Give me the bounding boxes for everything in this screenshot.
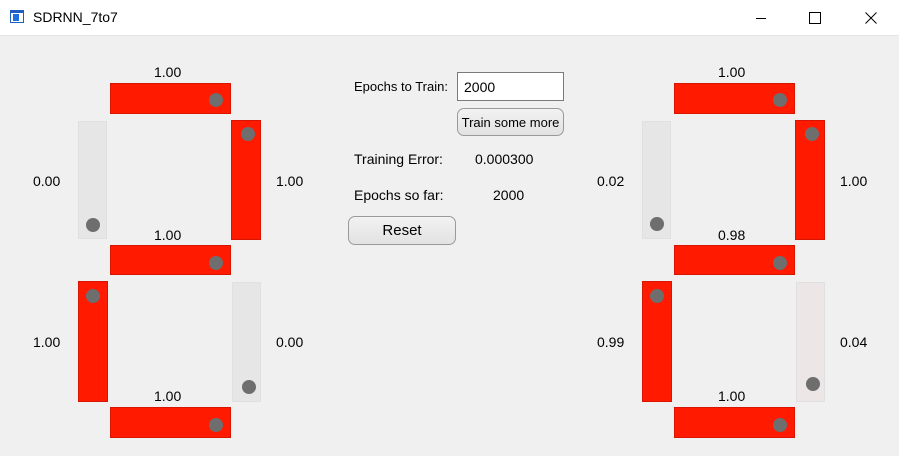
segment-indicator: [86, 218, 100, 232]
segment-bottom-value: 1.00: [718, 388, 746, 404]
segment-lower-left[interactable]: [78, 281, 108, 402]
segment-indicator: [773, 418, 787, 432]
segment-indicator: [650, 289, 664, 303]
main-area: 1.00 0.00 1.00 1.00 1.00 0.00 1.00 Epoch…: [0, 36, 899, 456]
app-icon: [10, 10, 24, 23]
segment-indicator: [209, 256, 223, 270]
epochs-to-train-input[interactable]: [457, 72, 564, 101]
segment-middle-value: 0.98: [718, 227, 746, 243]
segment-indicator: [241, 127, 255, 141]
train-some-more-button[interactable]: Train some more: [457, 108, 564, 136]
epochs-to-train-label: Epochs to Train:: [354, 79, 448, 94]
title-bar: SDRNN_7to7: [0, 0, 899, 36]
segment-upper-right[interactable]: [231, 120, 261, 240]
segment-upper-left[interactable]: [78, 121, 107, 239]
segment-bottom-value: 1.00: [154, 388, 182, 404]
segment-lower-left-value: 1.00: [33, 334, 61, 350]
segment-upper-left-value: 0.00: [33, 173, 61, 189]
maximize-icon: [809, 11, 821, 24]
window-title: SDRNN_7to7: [33, 9, 118, 25]
segment-upper-right-value: 1.00: [276, 173, 304, 189]
segment-middle[interactable]: [674, 245, 795, 275]
segment-middle-value: 1.00: [154, 227, 182, 243]
minimize-icon: [756, 17, 766, 19]
segment-upper-right[interactable]: [795, 120, 825, 240]
segment-indicator: [805, 127, 819, 141]
epochs-so-far-label: Epochs so far:: [354, 187, 444, 203]
segment-upper-right-value: 1.00: [840, 173, 868, 189]
segment-indicator: [773, 256, 787, 270]
reset-button[interactable]: Reset: [348, 216, 456, 245]
close-button[interactable]: [848, 0, 894, 35]
maximize-button[interactable]: [792, 0, 838, 35]
segment-upper-left[interactable]: [642, 121, 671, 239]
segment-indicator: [773, 93, 787, 107]
segment-upper-left-value: 0.02: [597, 173, 625, 189]
close-icon: [865, 11, 877, 24]
segment-top-value: 1.00: [718, 64, 746, 80]
segment-bottom[interactable]: [674, 407, 795, 438]
segment-lower-right[interactable]: [232, 282, 261, 402]
segment-top-value: 1.00: [154, 64, 182, 80]
segment-indicator: [650, 217, 664, 231]
minimize-button[interactable]: [738, 0, 784, 35]
segment-indicator: [86, 289, 100, 303]
epochs-so-far-value: 2000: [493, 187, 525, 203]
segment-bottom[interactable]: [110, 407, 231, 438]
segment-indicator: [209, 93, 223, 107]
segment-top[interactable]: [110, 83, 231, 114]
segment-lower-right-value: 0.04: [840, 334, 868, 350]
training-error-value: 0.000300: [475, 151, 534, 167]
segment-lower-right[interactable]: [796, 282, 825, 402]
segment-middle[interactable]: [110, 245, 231, 275]
segment-top[interactable]: [674, 83, 795, 114]
segment-lower-right-value: 0.00: [276, 334, 304, 350]
segment-lower-left-value: 0.99: [597, 334, 625, 350]
segment-indicator: [806, 377, 820, 391]
segment-indicator: [242, 380, 256, 394]
segment-lower-left[interactable]: [642, 281, 672, 402]
segment-indicator: [209, 418, 223, 432]
training-error-label: Training Error:: [354, 151, 443, 167]
